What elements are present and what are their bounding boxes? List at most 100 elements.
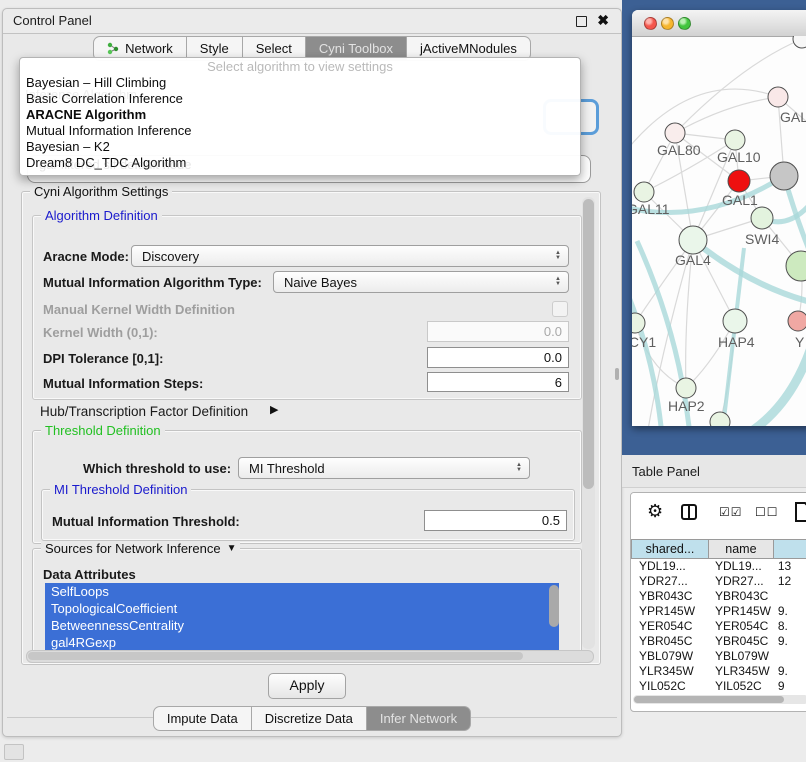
network-node-label: HAP4	[718, 334, 755, 350]
network-node-label: GAL11	[632, 201, 670, 217]
network-node-top[interactable]	[793, 36, 806, 48]
network-node-gray[interactable]	[770, 162, 798, 190]
sources-group: Sources for Network Inference ▼ Data Att…	[32, 548, 582, 660]
bottom-left-panel-icon[interactable]	[4, 744, 24, 760]
network-node-GAL10[interactable]	[725, 130, 745, 150]
table-row[interactable]: YDL19... YDL19... 13	[631, 559, 806, 574]
attributes-vscrollbar-thumb[interactable]	[549, 585, 559, 627]
table-header-row: shared... name	[631, 539, 806, 559]
table-body: YDL19... YDL19... 13 YDR27... YDR27... 1…	[631, 559, 806, 694]
column-header-shared[interactable]: shared...	[631, 539, 709, 559]
tab-infer-network[interactable]: Infer Network	[367, 706, 471, 731]
mac-minimize-icon[interactable]	[661, 17, 674, 30]
mi-steps-field[interactable]	[427, 372, 569, 392]
network-canvas[interactable]: GALGAL80GAL10GAL1GAL11SWI4GAL4GCY1HAP4YH…	[632, 36, 806, 426]
dropdown-item[interactable]: Bayesian – Hill Climbing	[20, 75, 580, 91]
dropdown-item[interactable]: ARACNE Algorithm	[20, 107, 580, 123]
table-row[interactable]: YIL052C YIL052C 9	[631, 679, 806, 694]
network-node-Y[interactable]	[788, 311, 806, 331]
panel-title: Control Panel	[13, 13, 92, 28]
expand-right-icon[interactable]: ▶	[270, 403, 278, 416]
network-edge[interactable]	[675, 97, 778, 133]
attribute-list-item[interactable]: SelfLoops	[45, 583, 559, 600]
network-node-HAP4[interactable]	[723, 309, 747, 333]
tab-discretize-data[interactable]: Discretize Data	[252, 706, 367, 731]
close-icon[interactable]: ✖	[597, 12, 609, 29]
which-threshold-label: Which threshold to use:	[83, 461, 231, 476]
table-row[interactable]: YBR043C YBR043C	[631, 589, 806, 604]
network-node-label: Y	[795, 334, 805, 350]
sources-title-text[interactable]: Sources for Network Inference	[45, 541, 221, 556]
aracne-mode-combo[interactable]: Discovery ▲▼	[131, 245, 569, 267]
mi-threshold-field[interactable]	[424, 510, 567, 531]
tab-label: Select	[256, 41, 292, 56]
hub-section-label[interactable]: Hub/Transcription Factor Definition	[40, 404, 248, 419]
columns-icon[interactable]	[681, 504, 697, 520]
table-hscrollbar-thumb[interactable]	[634, 696, 784, 703]
dropdown-item[interactable]: Mutual Information Inference	[20, 123, 580, 139]
settings-vscrollbar[interactable]	[582, 197, 595, 649]
float-window-icon[interactable]	[576, 16, 587, 27]
network-node-label: GAL4	[675, 252, 711, 268]
mi-threshold-label: Mutual Information Threshold:	[52, 514, 240, 529]
network-node-GAL4[interactable]	[679, 226, 707, 254]
table-row[interactable]: YDR27... YDR27... 12	[631, 574, 806, 589]
network-node-HAP2[interactable]	[676, 378, 696, 398]
bottom-tabbar: Impute Data Discretize Data Infer Networ…	[3, 706, 621, 730]
table-row[interactable]: YLR345W YLR345W 9.	[631, 664, 806, 679]
network-node-grn[interactable]	[786, 251, 806, 281]
dpi-tolerance-field[interactable]	[427, 347, 569, 368]
apply-button[interactable]: Apply	[268, 673, 346, 699]
column-header-name[interactable]: name	[709, 539, 774, 559]
panel-divider-handle[interactable]	[615, 368, 619, 380]
table-row[interactable]: YPR145W YPR145W 9.	[631, 604, 806, 619]
mi-steps-label: Mutual Information Steps:	[43, 376, 203, 391]
document-icon[interactable]	[794, 502, 806, 522]
tab-impute-data[interactable]: Impute Data	[153, 706, 252, 731]
data-attributes-list: SelfLoops TopologicalCoefficient Between…	[45, 583, 559, 653]
network-node-GAL80[interactable]	[665, 123, 685, 143]
settings-hscrollbar-thumb[interactable]	[28, 652, 523, 660]
network-edge[interactable]	[632, 89, 778, 156]
gear-icon[interactable]: ⚙	[647, 501, 663, 522]
table-row[interactable]: YER054C YER054C 8.	[631, 619, 806, 634]
mac-close-icon[interactable]	[644, 17, 657, 30]
collapse-down-icon[interactable]: ▼	[227, 543, 237, 554]
attribute-list-item[interactable]: BetweennessCentrality	[45, 617, 559, 634]
network-node-label: GCY1	[632, 334, 656, 350]
mi-type-combo[interactable]: Naive Bayes ▲▼	[273, 271, 569, 293]
table-row[interactable]: YBR045C YBR045C 9.	[631, 634, 806, 649]
dropdown-item[interactable]: Dream8 DC_TDC Algorithm	[20, 155, 580, 171]
spinner-arrows-icon: ▲▼	[555, 251, 568, 261]
network-node-label: SWI4	[745, 231, 779, 247]
table-hscrollbar[interactable]	[633, 695, 806, 704]
threshold-definition-group: Threshold Definition Which threshold to …	[32, 430, 582, 544]
dpi-tolerance-label: DPI Tolerance [0,1]:	[43, 351, 163, 366]
settings-vscrollbar-thumb[interactable]	[583, 199, 594, 489]
attribute-list-item[interactable]: TopologicalCoefficient	[45, 600, 559, 617]
network-node-GAL[interactable]	[768, 87, 788, 107]
attribute-list-item[interactable]: gal4RGexp	[45, 634, 559, 651]
network-window-titlebar[interactable]	[632, 10, 806, 37]
checked-boxes-icon[interactable]: ☑☑	[719, 505, 743, 519]
unchecked-boxes-icon[interactable]: ☐☐	[755, 505, 779, 519]
algorithm-dropdown-popup: Select algorithm to view settings Bayesi…	[19, 57, 581, 176]
network-node-SWI4[interactable]	[751, 207, 773, 229]
dropdown-item[interactable]: Basic Correlation Inference	[20, 91, 580, 107]
group-title: Cyni Algorithm Settings	[30, 184, 172, 199]
network-node-GAL1[interactable]	[728, 170, 750, 192]
mac-zoom-icon[interactable]	[678, 17, 691, 30]
mi-type-label: Mutual Information Algorithm Type:	[43, 275, 262, 290]
network-node-GAL11[interactable]	[634, 182, 654, 202]
table-row[interactable]: YBL079W YBL079W	[631, 649, 806, 664]
which-threshold-combo[interactable]: MI Threshold ▲▼	[238, 457, 530, 479]
tab-label: Discretize Data	[265, 711, 353, 726]
dropdown-item[interactable]: Bayesian – K2	[20, 139, 580, 155]
network-node-bot[interactable]	[710, 412, 730, 426]
tab-label: jActiveMNodules	[420, 41, 517, 56]
manual-kernel-checkbox[interactable]	[552, 301, 568, 317]
column-header-partial[interactable]	[774, 539, 806, 559]
settings-hscrollbar[interactable]	[26, 650, 594, 663]
kernel-width-field[interactable]	[427, 321, 569, 342]
network-node-label: GAL	[780, 109, 806, 125]
